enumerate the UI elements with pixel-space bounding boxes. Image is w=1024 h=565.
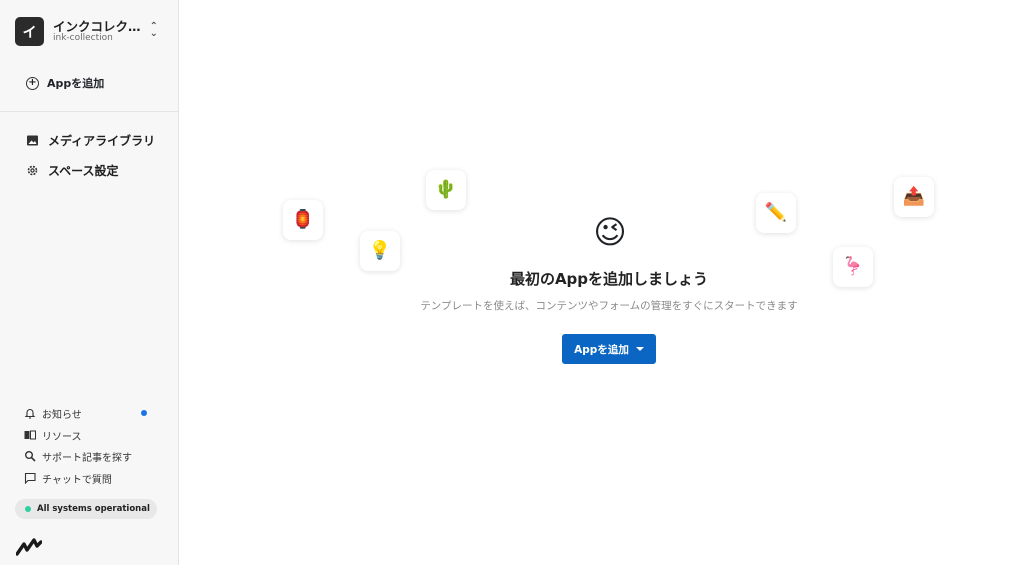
sidebar-item-label: スペース設定 xyxy=(48,163,119,178)
outbox-tray-icon: 📤 xyxy=(894,177,934,217)
status-dot xyxy=(25,506,31,512)
resources-label: リソース xyxy=(42,431,82,443)
caret-down-icon xyxy=(635,347,644,351)
space-switcher[interactable]: イ インクコレクシ... ink-collection ⌃ ⌄ xyxy=(15,16,165,48)
bell-icon xyxy=(24,409,36,419)
chevron-updown-icon: ⌃ ⌄ xyxy=(149,21,158,39)
lantern-icon: 🏮 xyxy=(283,200,323,240)
empty-state-title: 最初のAppを追加しましょう xyxy=(509,270,709,288)
sidebar-divider xyxy=(0,111,178,112)
notifications-link[interactable]: お知らせ xyxy=(24,405,82,421)
space-avatar: イ xyxy=(15,17,44,46)
add-app-link[interactable]: + Appを追加 xyxy=(26,74,104,92)
brand-logo xyxy=(16,538,42,556)
sidebar-item-label: メディアライブラリ xyxy=(48,133,156,148)
add-app-label: Appを追加 xyxy=(47,77,105,90)
lightbulb-icon: 💡 xyxy=(360,231,400,271)
image-icon xyxy=(27,135,38,145)
sidebar-item-space-settings[interactable]: スペース設定 xyxy=(26,161,119,179)
main-content: 🏮 💡 🌵 ✏️ 🦩 📤 😉 最初のAppを追加しましょう テンプレートを使えば… xyxy=(179,0,1024,565)
add-app-button[interactable]: Appを追加 xyxy=(562,334,656,364)
search-icon xyxy=(25,451,36,462)
add-app-button-label: Appを追加 xyxy=(574,343,629,356)
system-status-text: All systems operational xyxy=(37,504,150,514)
book-icon xyxy=(24,430,36,440)
plus-circle-icon: + xyxy=(26,76,39,90)
pencil-icon: ✏️ xyxy=(756,193,796,233)
sidebar-item-media-library[interactable]: メディアライブラリ xyxy=(26,131,155,149)
gear-icon xyxy=(27,165,38,175)
sidebar: イ インクコレクシ... ink-collection ⌃ ⌄ + Appを追加 … xyxy=(0,0,179,565)
chat-icon xyxy=(24,472,36,484)
support-search-link[interactable]: サポート記事を探す xyxy=(24,448,132,464)
support-search-label: サポート記事を探す xyxy=(42,452,132,464)
wink-face-icon: 😉 xyxy=(593,213,627,251)
chat-link[interactable]: チャットで質問 xyxy=(24,470,112,486)
cactus-icon: 🌵 xyxy=(426,170,466,210)
notification-dot xyxy=(141,410,147,416)
empty-state-subtitle: テンプレートを使えば、コンテンツやフォームの管理をすぐにスタートできます xyxy=(420,300,798,312)
resources-link[interactable]: リソース xyxy=(24,427,82,443)
space-id: ink-collection xyxy=(53,33,113,43)
system-status-badge[interactable]: All systems operational xyxy=(15,499,157,519)
chat-label: チャットで質問 xyxy=(42,474,112,486)
notifications-label: お知らせ xyxy=(42,409,82,421)
